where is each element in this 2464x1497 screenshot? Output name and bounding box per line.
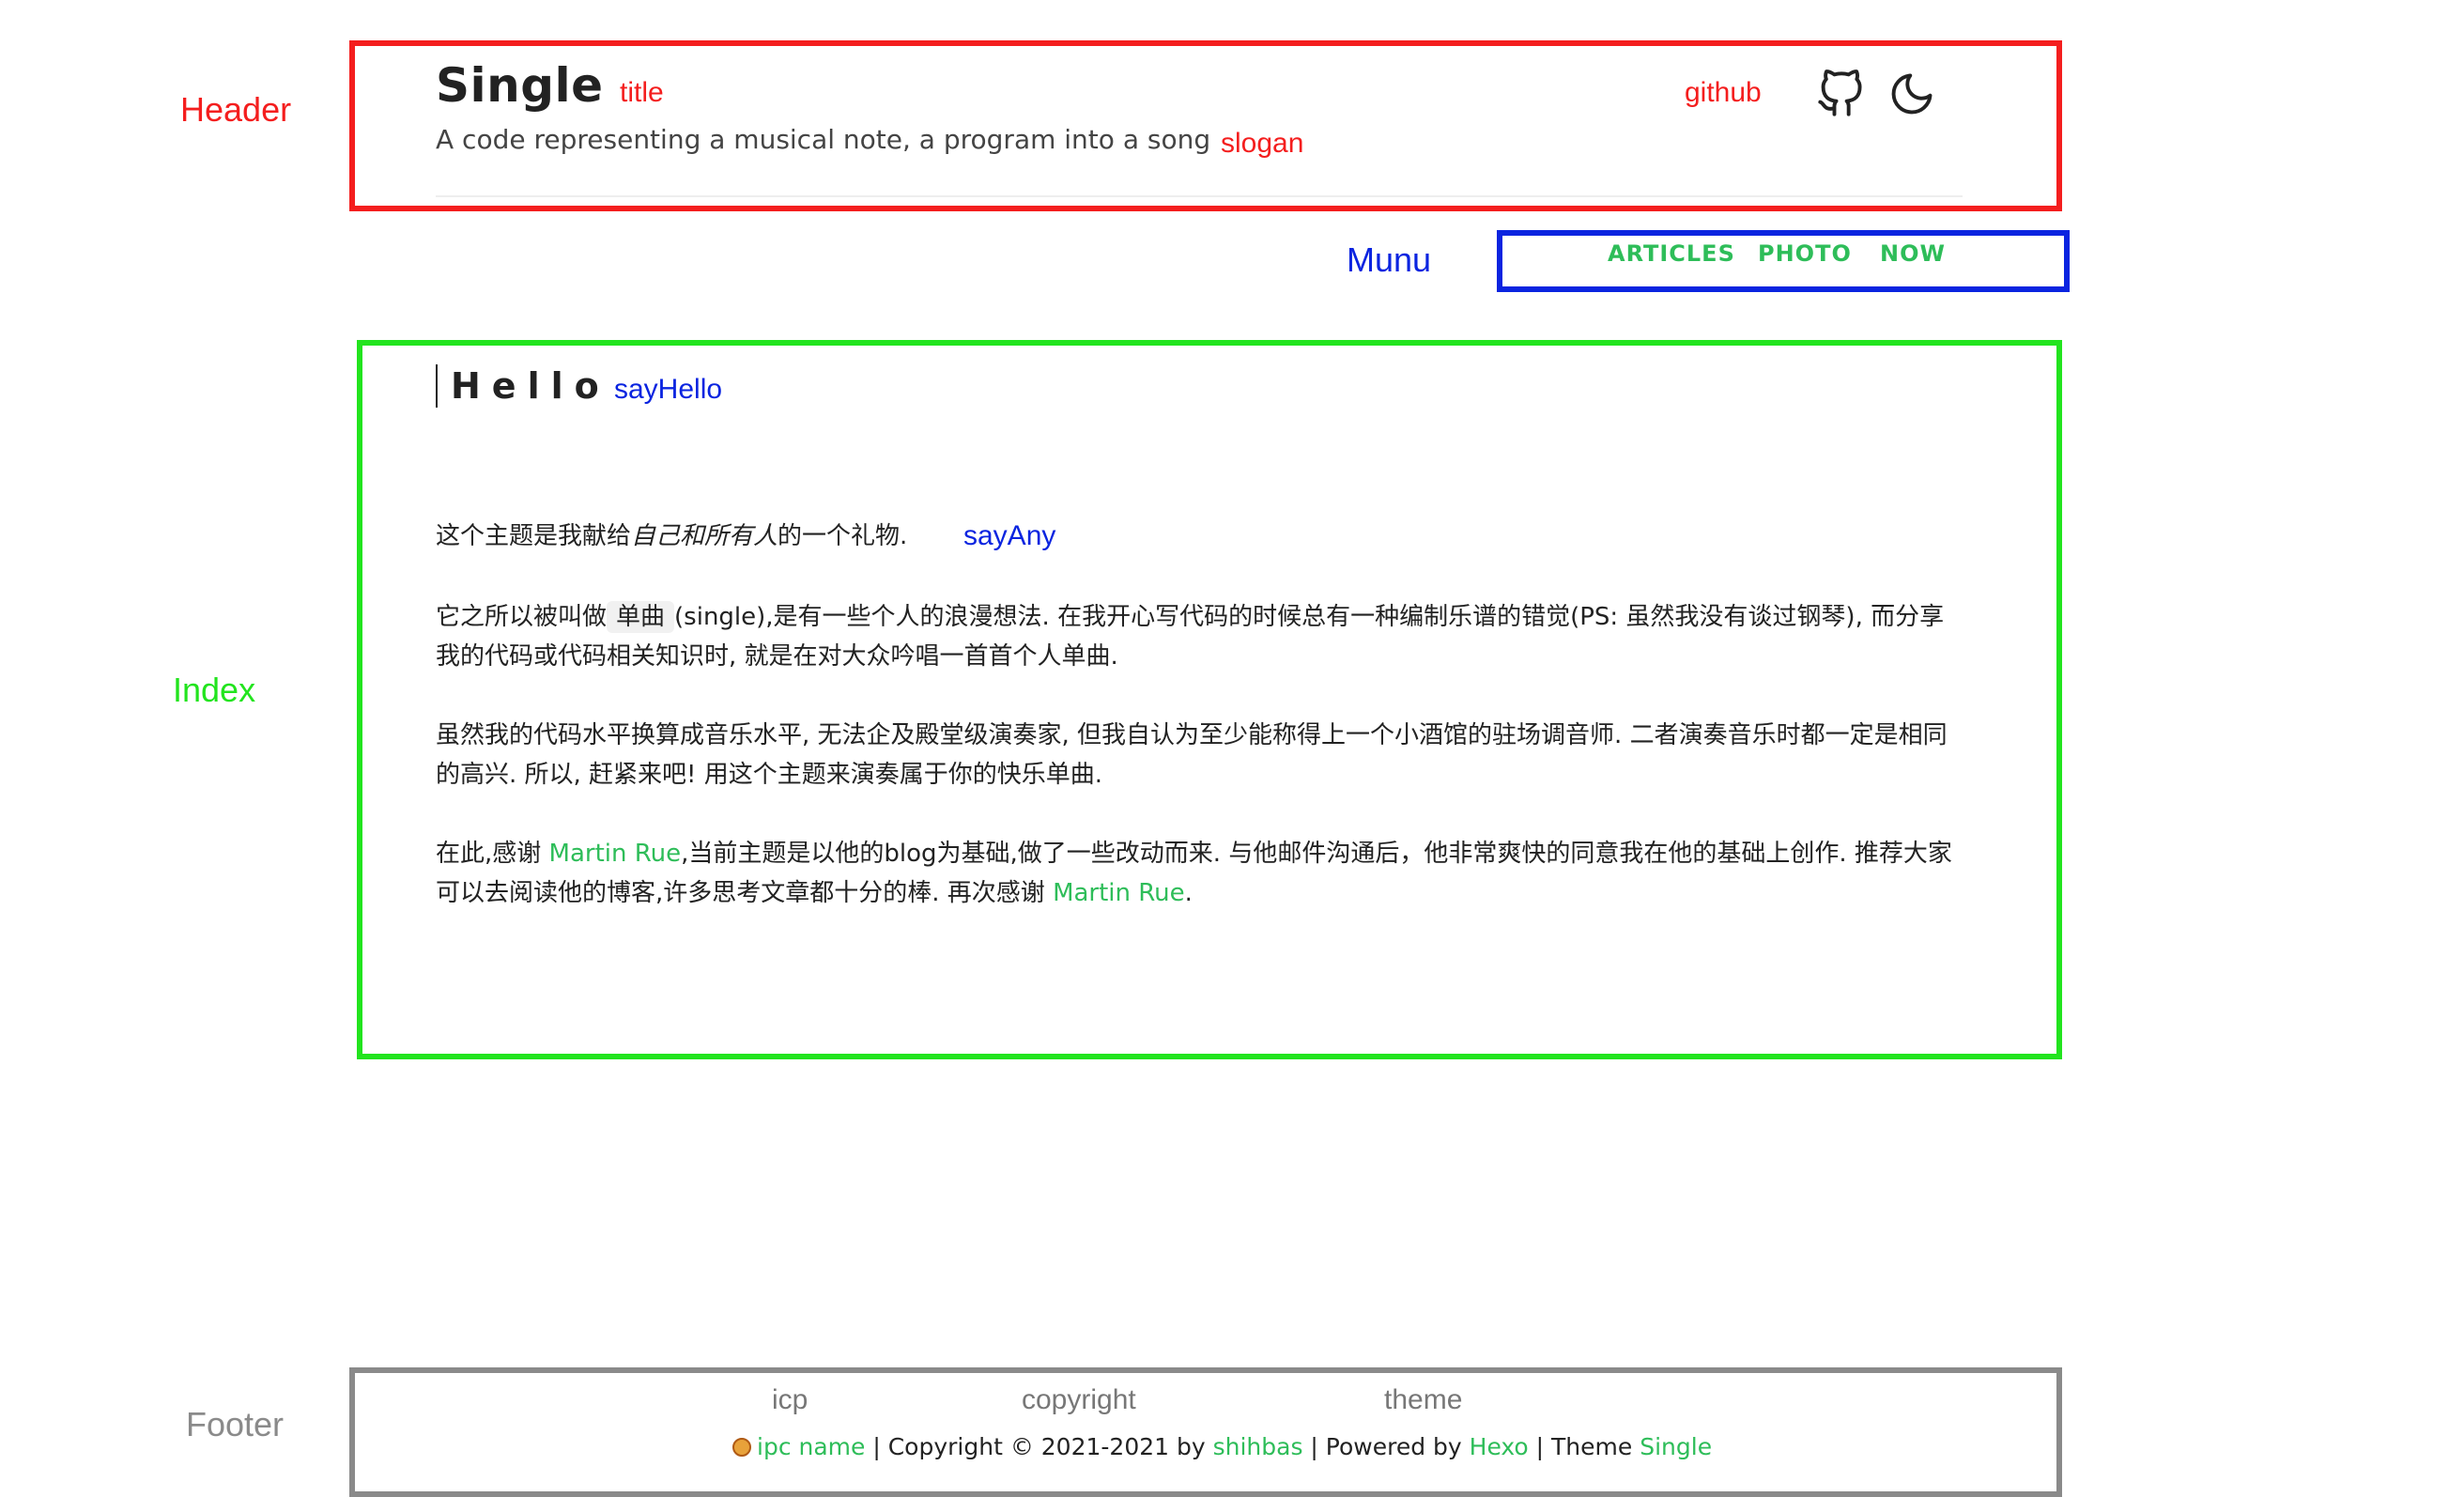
author-link[interactable]: shihbas: [1213, 1433, 1303, 1460]
hexo-link[interactable]: Hexo: [1470, 1433, 1529, 1460]
footer-region-box: [349, 1367, 2062, 1497]
menu-annotation-label: Munu: [1347, 240, 1432, 279]
site-title[interactable]: Single: [436, 58, 604, 113]
title-annotation: title: [620, 77, 664, 108]
paragraph-4: 在此,感谢 Martin Rue,当前主题是以他的blog为基础,做了一些改动而…: [436, 834, 1966, 913]
footer-annotation-label: Footer: [186, 1405, 285, 1443]
footer-line: ipc name | Copyright © 2021-2021 by shih…: [732, 1433, 1712, 1460]
theme-text: | Theme: [1528, 1433, 1640, 1460]
paragraph-2: 它之所以被叫做 单曲 (single),是有一些个人的浪漫想法. 在我开心写代码的时…: [436, 597, 1966, 676]
theme-annotation: theme: [1384, 1384, 1463, 1415]
paragraph-1-text-b: 的一个礼物.: [778, 522, 908, 550]
github-annotation: github: [1685, 77, 1762, 108]
moon-icon[interactable]: [1887, 69, 1936, 118]
paragraph-4-text-a: 在此,感谢: [436, 840, 549, 868]
inline-code: 单曲: [607, 601, 675, 633]
ipc-name-link[interactable]: ipc name: [757, 1433, 865, 1460]
martin-rue-link-2[interactable]: Martin Rue: [1053, 879, 1185, 907]
paragraph-1-text-a: 这个主题是我献给: [436, 522, 632, 550]
say-hello-annotation: sayHello: [614, 374, 723, 405]
header-annotation-label: Header: [180, 90, 292, 129]
github-icon[interactable]: [1816, 69, 1865, 118]
paragraph-1: 这个主题是我献给自己和所有人的一个礼物.: [436, 517, 962, 556]
ipc-badge-icon: [732, 1438, 751, 1457]
paragraph-3: 虽然我的代码水平换算成音乐水平, 无法企及殿堂级演奏家, 但我自认为至少能称得上…: [436, 721, 1948, 789]
index-annotation-label: Index: [173, 671, 256, 709]
menu-item-now[interactable]: NOW: [1880, 240, 1946, 267]
slogan-annotation: slogan: [1221, 128, 1304, 159]
site-slogan: A code representing a musical note, a pr…: [436, 124, 1211, 155]
icp-annotation: icp: [772, 1384, 808, 1415]
menu-item-articles[interactable]: ARTICLES: [1608, 240, 1735, 267]
menu-item-photo[interactable]: PHOTO: [1758, 240, 1852, 267]
say-any-annotation: sayAny: [963, 520, 1056, 551]
index-region-box: [357, 340, 2062, 1059]
copyright-annotation: copyright: [1022, 1384, 1136, 1415]
copyright-text: | Copyright © 2021-2021 by: [865, 1433, 1213, 1460]
theme-single-link[interactable]: Single: [1640, 1433, 1712, 1460]
paragraph-4-text-c: .: [1184, 879, 1193, 907]
say-hello-heading: Hello: [436, 364, 610, 408]
martin-rue-link[interactable]: Martin Rue: [549, 840, 682, 868]
paragraph-2-text-a: 它之所以被叫做: [436, 603, 608, 631]
powered-by-text: | Powered by: [1302, 1433, 1470, 1460]
header-divider: [436, 195, 1963, 197]
paragraph-1-emphasis: 自己和所有人: [631, 522, 778, 550]
